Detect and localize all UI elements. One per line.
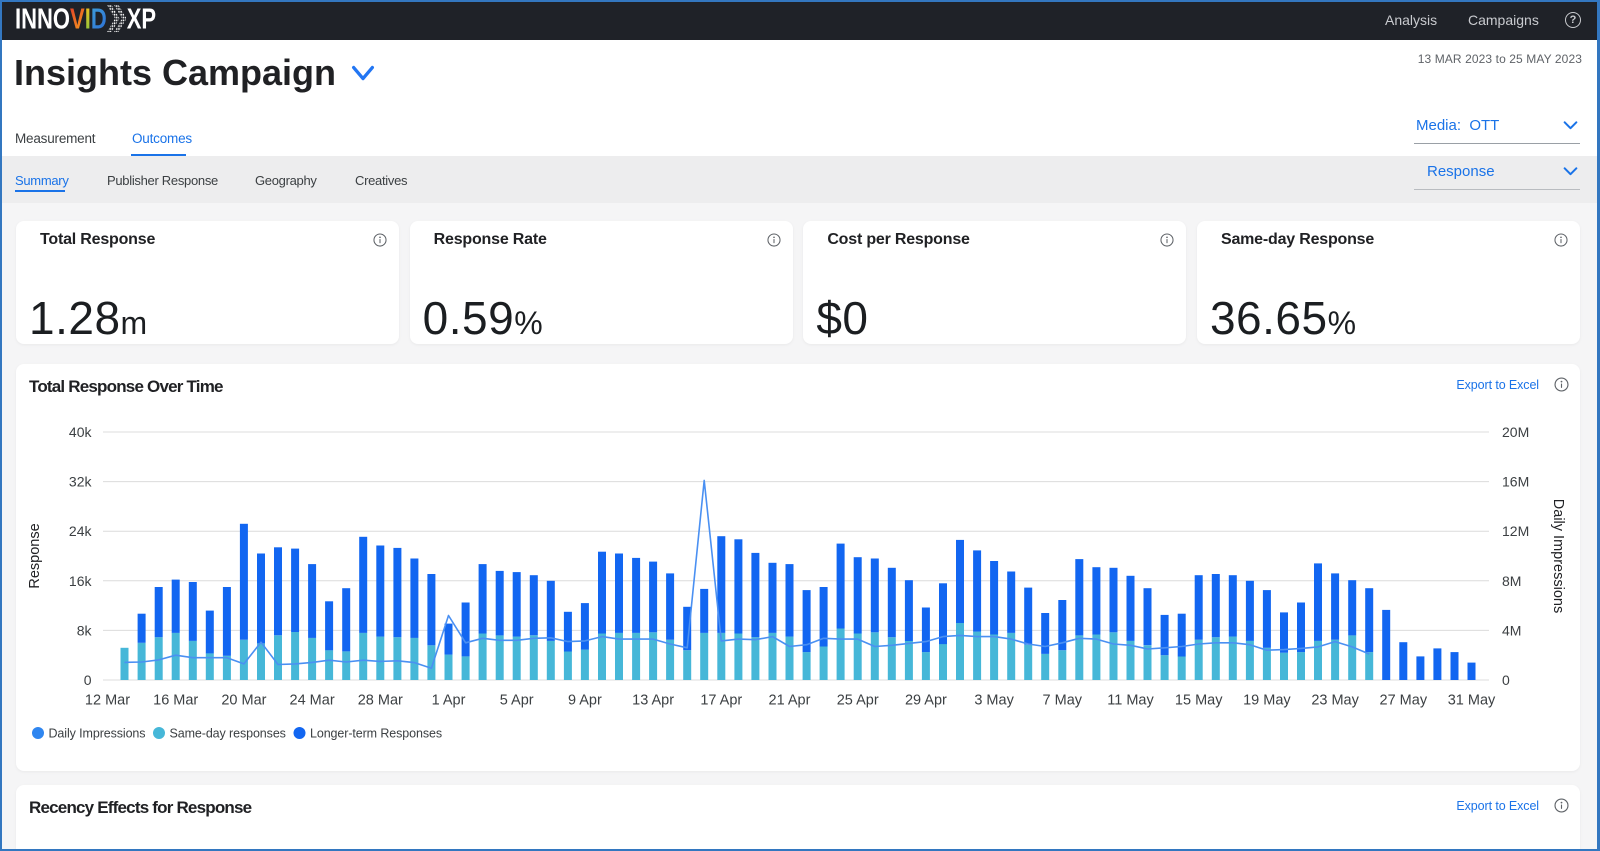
svg-text:20M: 20M bbox=[1502, 424, 1529, 440]
svg-text:8k: 8k bbox=[77, 622, 93, 638]
svg-text:8M: 8M bbox=[1502, 573, 1521, 589]
svg-text:12M: 12M bbox=[1502, 523, 1529, 539]
svg-text:7 May: 7 May bbox=[1043, 693, 1083, 709]
svg-text:25 Apr: 25 Apr bbox=[837, 693, 879, 709]
svg-text:1 Apr: 1 Apr bbox=[432, 693, 466, 709]
svg-text:16M: 16M bbox=[1502, 474, 1529, 490]
svg-text:19 May: 19 May bbox=[1243, 693, 1291, 709]
svg-text:24 Mar: 24 Mar bbox=[290, 693, 335, 709]
svg-text:3 May: 3 May bbox=[974, 693, 1014, 709]
svg-text:11 May: 11 May bbox=[1107, 693, 1154, 709]
svg-text:Same-day responses: Same-day responses bbox=[170, 727, 286, 741]
svg-text:13 Apr: 13 Apr bbox=[632, 693, 674, 709]
svg-text:32k: 32k bbox=[69, 474, 93, 490]
svg-text:5 Apr: 5 Apr bbox=[500, 693, 534, 709]
svg-text:12 Mar: 12 Mar bbox=[85, 693, 130, 709]
svg-text:40k: 40k bbox=[69, 424, 93, 440]
svg-text:17 Apr: 17 Apr bbox=[700, 693, 742, 709]
svg-text:Response: Response bbox=[27, 523, 43, 588]
svg-text:15 May: 15 May bbox=[1175, 693, 1223, 709]
svg-text:29 Apr: 29 Apr bbox=[905, 693, 947, 709]
svg-text:0: 0 bbox=[1502, 672, 1510, 688]
svg-text:16k: 16k bbox=[69, 573, 93, 589]
svg-text:Daily Impressions: Daily Impressions bbox=[49, 727, 146, 741]
svg-text:Daily Impressions: Daily Impressions bbox=[1550, 499, 1566, 613]
svg-text:Longer-term Responses: Longer-term Responses bbox=[310, 727, 442, 741]
svg-text:24k: 24k bbox=[69, 523, 93, 539]
svg-text:4M: 4M bbox=[1502, 622, 1521, 638]
svg-text:21 Apr: 21 Apr bbox=[769, 693, 811, 709]
svg-text:31 May: 31 May bbox=[1448, 693, 1496, 709]
svg-text:28 Mar: 28 Mar bbox=[358, 693, 403, 709]
svg-text:27 May: 27 May bbox=[1380, 693, 1428, 709]
svg-text:0: 0 bbox=[84, 672, 92, 688]
svg-text:9 Apr: 9 Apr bbox=[568, 693, 602, 709]
svg-text:23 May: 23 May bbox=[1311, 693, 1359, 709]
svg-text:16 Mar: 16 Mar bbox=[153, 693, 198, 709]
svg-text:20 Mar: 20 Mar bbox=[221, 693, 266, 709]
